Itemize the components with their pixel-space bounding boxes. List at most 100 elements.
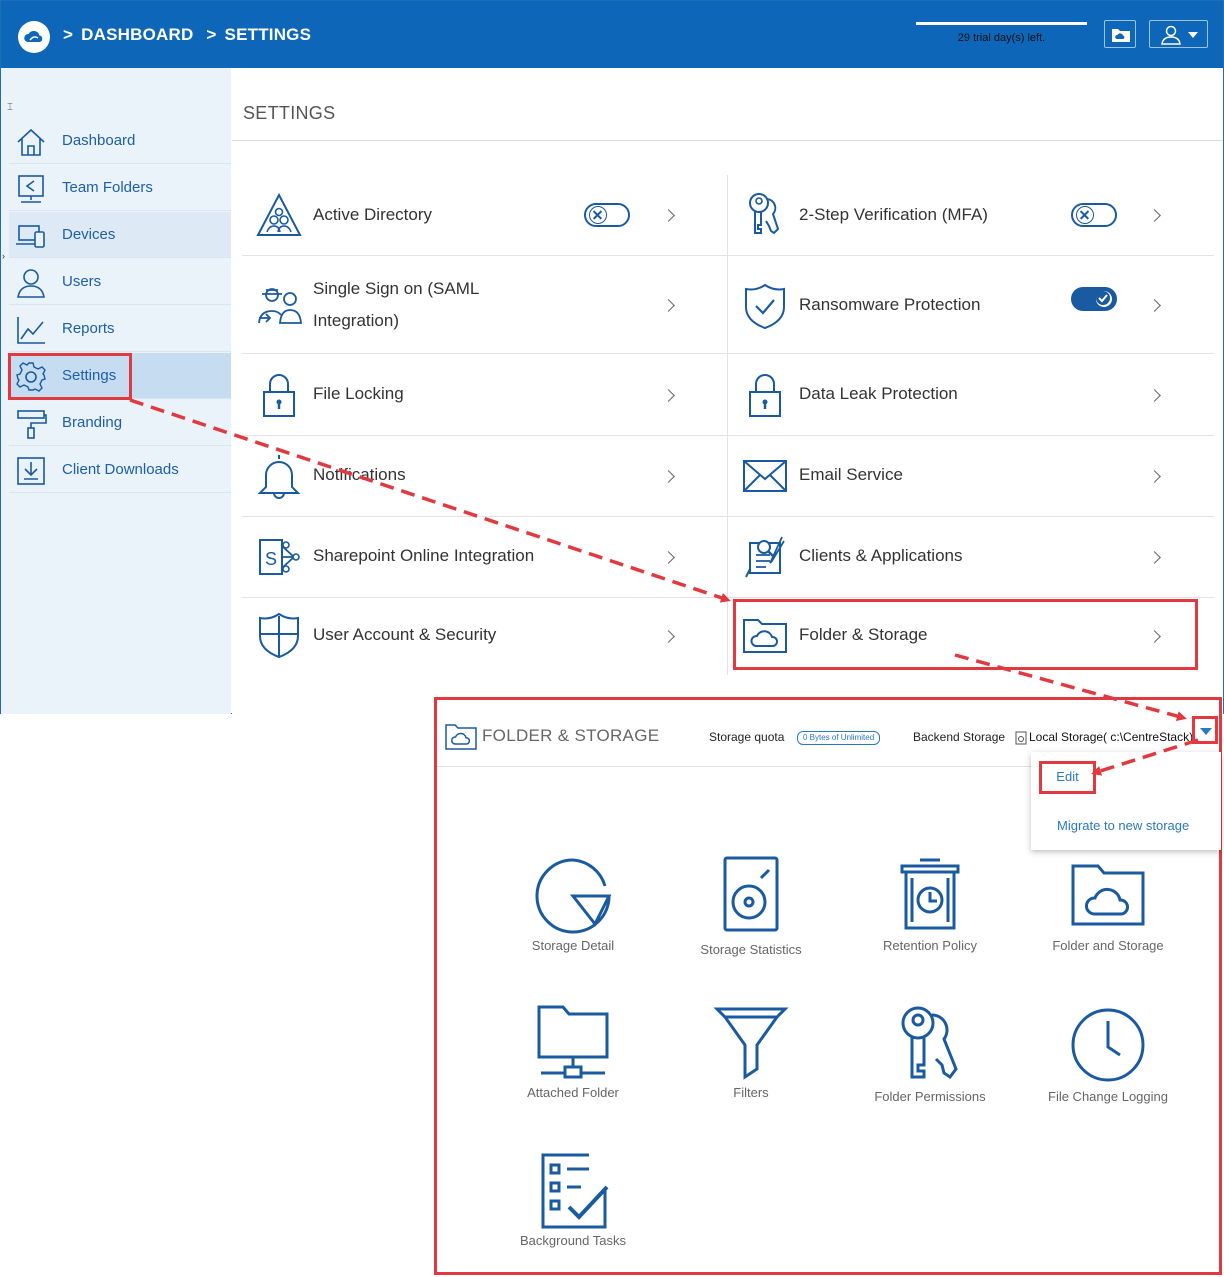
settings-item-ransomware-protection[interactable]: Ransomware Protection — [728, 257, 1214, 354]
breadcrumb-separator: > — [206, 25, 217, 44]
settings-item-label: Sharepoint Online Integration — [313, 546, 535, 565]
backend-storage-value: Local Storage( c:\CentreStack) — [1029, 730, 1194, 744]
home-icon — [17, 128, 45, 156]
folder-storage-panel: FOLDER & STORAGE Storage quota 0 Bytes o… — [434, 697, 1222, 1275]
mfa-toggle[interactable] — [1071, 203, 1117, 227]
paint-roller-icon — [17, 410, 47, 439]
collapse-sidebar-icon[interactable]: ⌶ — [7, 102, 13, 113]
shield-check-icon — [745, 283, 785, 329]
check-icon — [1096, 291, 1110, 305]
sidebar-expand-arrow-icon[interactable]: › — [2, 251, 5, 261]
reports-icon — [17, 317, 45, 344]
chevron-right-icon — [1148, 209, 1161, 222]
tile-label: Storage Detail — [531, 938, 615, 953]
clients-apps-icon — [745, 536, 785, 578]
tile-file-change-logging[interactable]: File Change Logging — [1019, 1005, 1197, 1115]
bell-icon — [257, 455, 301, 499]
pie-chart-icon — [535, 858, 612, 934]
tile-storage-detail[interactable]: Storage Detail — [484, 858, 662, 968]
menu-item-migrate-storage[interactable]: Migrate to new storage — [1057, 818, 1189, 833]
sidebar-item-label: Dashboard — [62, 132, 136, 149]
devices-icon — [16, 225, 45, 248]
tile-background-tasks[interactable]: Background Tasks — [484, 1153, 662, 1263]
sidebar-item-label: Team Folders — [62, 179, 153, 196]
sidebar-item-label: Client Downloads — [62, 461, 179, 478]
settings-item-clients-applications[interactable]: Clients & Applications — [728, 517, 1214, 598]
settings-item-file-locking[interactable]: File Locking — [242, 355, 727, 436]
sidebar-item-devices[interactable]: Devices — [9, 212, 231, 258]
lock-icon — [749, 374, 781, 417]
breadcrumb: > DASHBOARD > SETTINGS — [63, 25, 319, 45]
chevron-right-icon — [1148, 389, 1161, 402]
logo[interactable] — [18, 21, 50, 53]
tile-folder-permissions[interactable]: Folder Permissions — [841, 1005, 1019, 1115]
sidebar-item-client-downloads[interactable]: Client Downloads — [9, 447, 231, 493]
sso-icon — [258, 288, 302, 324]
tile-folder-and-storage[interactable]: Folder and Storage — [1019, 858, 1197, 968]
user-icon — [1161, 25, 1181, 45]
download-icon — [17, 457, 45, 485]
tile-label: Folder Permissions — [874, 1089, 986, 1104]
settings-item-sso[interactable]: Single Sign on (SAML Integration) — [242, 257, 727, 354]
tile-label: Filters — [733, 1085, 769, 1100]
breadcrumb-dashboard[interactable]: DASHBOARD — [81, 25, 193, 44]
user-menu-button[interactable] — [1149, 20, 1208, 48]
sidebar-item-branding[interactable]: Branding — [9, 400, 231, 446]
settings-item-mfa[interactable]: 2-Step Verification (MFA) — [728, 175, 1214, 256]
settings-item-active-directory[interactable]: Active Directory — [242, 175, 727, 256]
cloud-folder-icon — [1112, 29, 1130, 42]
tile-label: Retention Policy — [883, 938, 977, 953]
tile-label: Storage Statistics — [700, 942, 802, 957]
chevron-right-icon — [1148, 551, 1161, 564]
settings-item-email-service[interactable]: Email Service — [728, 436, 1214, 517]
open-folder-button[interactable] — [1104, 20, 1136, 48]
settings-item-label: Email Service — [799, 465, 903, 484]
sidebar-item-label: Branding — [62, 414, 123, 431]
sidebar-item-label: Users — [62, 273, 102, 290]
ransomware-protection-toggle[interactable] — [1071, 287, 1117, 311]
sidebar-item-reports[interactable]: Reports — [9, 306, 231, 352]
sidebar-item-dashboard[interactable]: Dashboard — [9, 118, 231, 164]
active-directory-toggle[interactable] — [584, 203, 630, 227]
chevron-right-icon — [662, 470, 675, 483]
settings-item-data-leak-protection[interactable]: Data Leak Protection — [728, 355, 1214, 436]
lock-icon — [263, 374, 295, 417]
caret-down-icon — [1200, 728, 1212, 735]
chevron-right-icon — [662, 551, 675, 564]
cloud-logo-icon — [24, 31, 43, 42]
tile-retention-policy[interactable]: Retention Policy — [841, 858, 1019, 968]
panel-title: FOLDER & STORAGE — [482, 726, 660, 745]
tile-label: Folder and Storage — [1052, 938, 1164, 953]
storage-drive-icon — [1015, 731, 1027, 745]
settings-item-label: Clients & Applications — [799, 546, 963, 565]
svg-text:S: S — [265, 549, 277, 569]
keys-icon — [749, 193, 780, 235]
tile-filters[interactable]: Filters — [662, 1005, 840, 1115]
tile-storage-statistics[interactable]: Storage Statistics — [662, 856, 840, 966]
sidebar-item-team-folders[interactable]: Team Folders — [9, 165, 231, 211]
tile-label: Background Tasks — [520, 1233, 626, 1248]
sidebar-item-users[interactable]: Users — [9, 259, 231, 305]
highlight-folder-storage-item — [733, 599, 1198, 670]
backend-storage-label: Backend Storage — [913, 730, 1006, 744]
settings-item-label: Single Sign on (SAML Integration) — [313, 279, 479, 330]
settings-item-sharepoint[interactable]: S Sharepoint Online Integration — [242, 517, 727, 598]
chevron-right-icon — [1148, 470, 1161, 483]
sidebar-item-label: Devices — [62, 226, 116, 243]
storage-quota-badge: 0 Bytes of Unlimited — [797, 731, 881, 745]
settings-item-label: Active Directory — [313, 205, 433, 224]
cloud-folder-icon — [445, 724, 477, 750]
highlight-settings-nav — [8, 353, 132, 400]
divider — [232, 140, 1223, 141]
settings-item-notifications[interactable]: Notifications — [242, 436, 727, 517]
menu-item-edit[interactable]: Edit — [1039, 761, 1096, 794]
settings-item-user-account-security[interactable]: User Account & Security — [242, 598, 727, 679]
tile-attached-folder[interactable]: Attached Folder — [484, 1005, 662, 1115]
breadcrumb-settings[interactable]: SETTINGS — [225, 25, 312, 44]
backend-storage-dropdown-button[interactable] — [1192, 716, 1218, 744]
shield-icon — [259, 612, 299, 658]
tile-label: Attached Folder — [527, 1085, 619, 1100]
storage-quota-label: Storage quota — [709, 730, 785, 744]
tile-label: File Change Logging — [1048, 1089, 1168, 1104]
active-directory-icon — [256, 192, 302, 236]
